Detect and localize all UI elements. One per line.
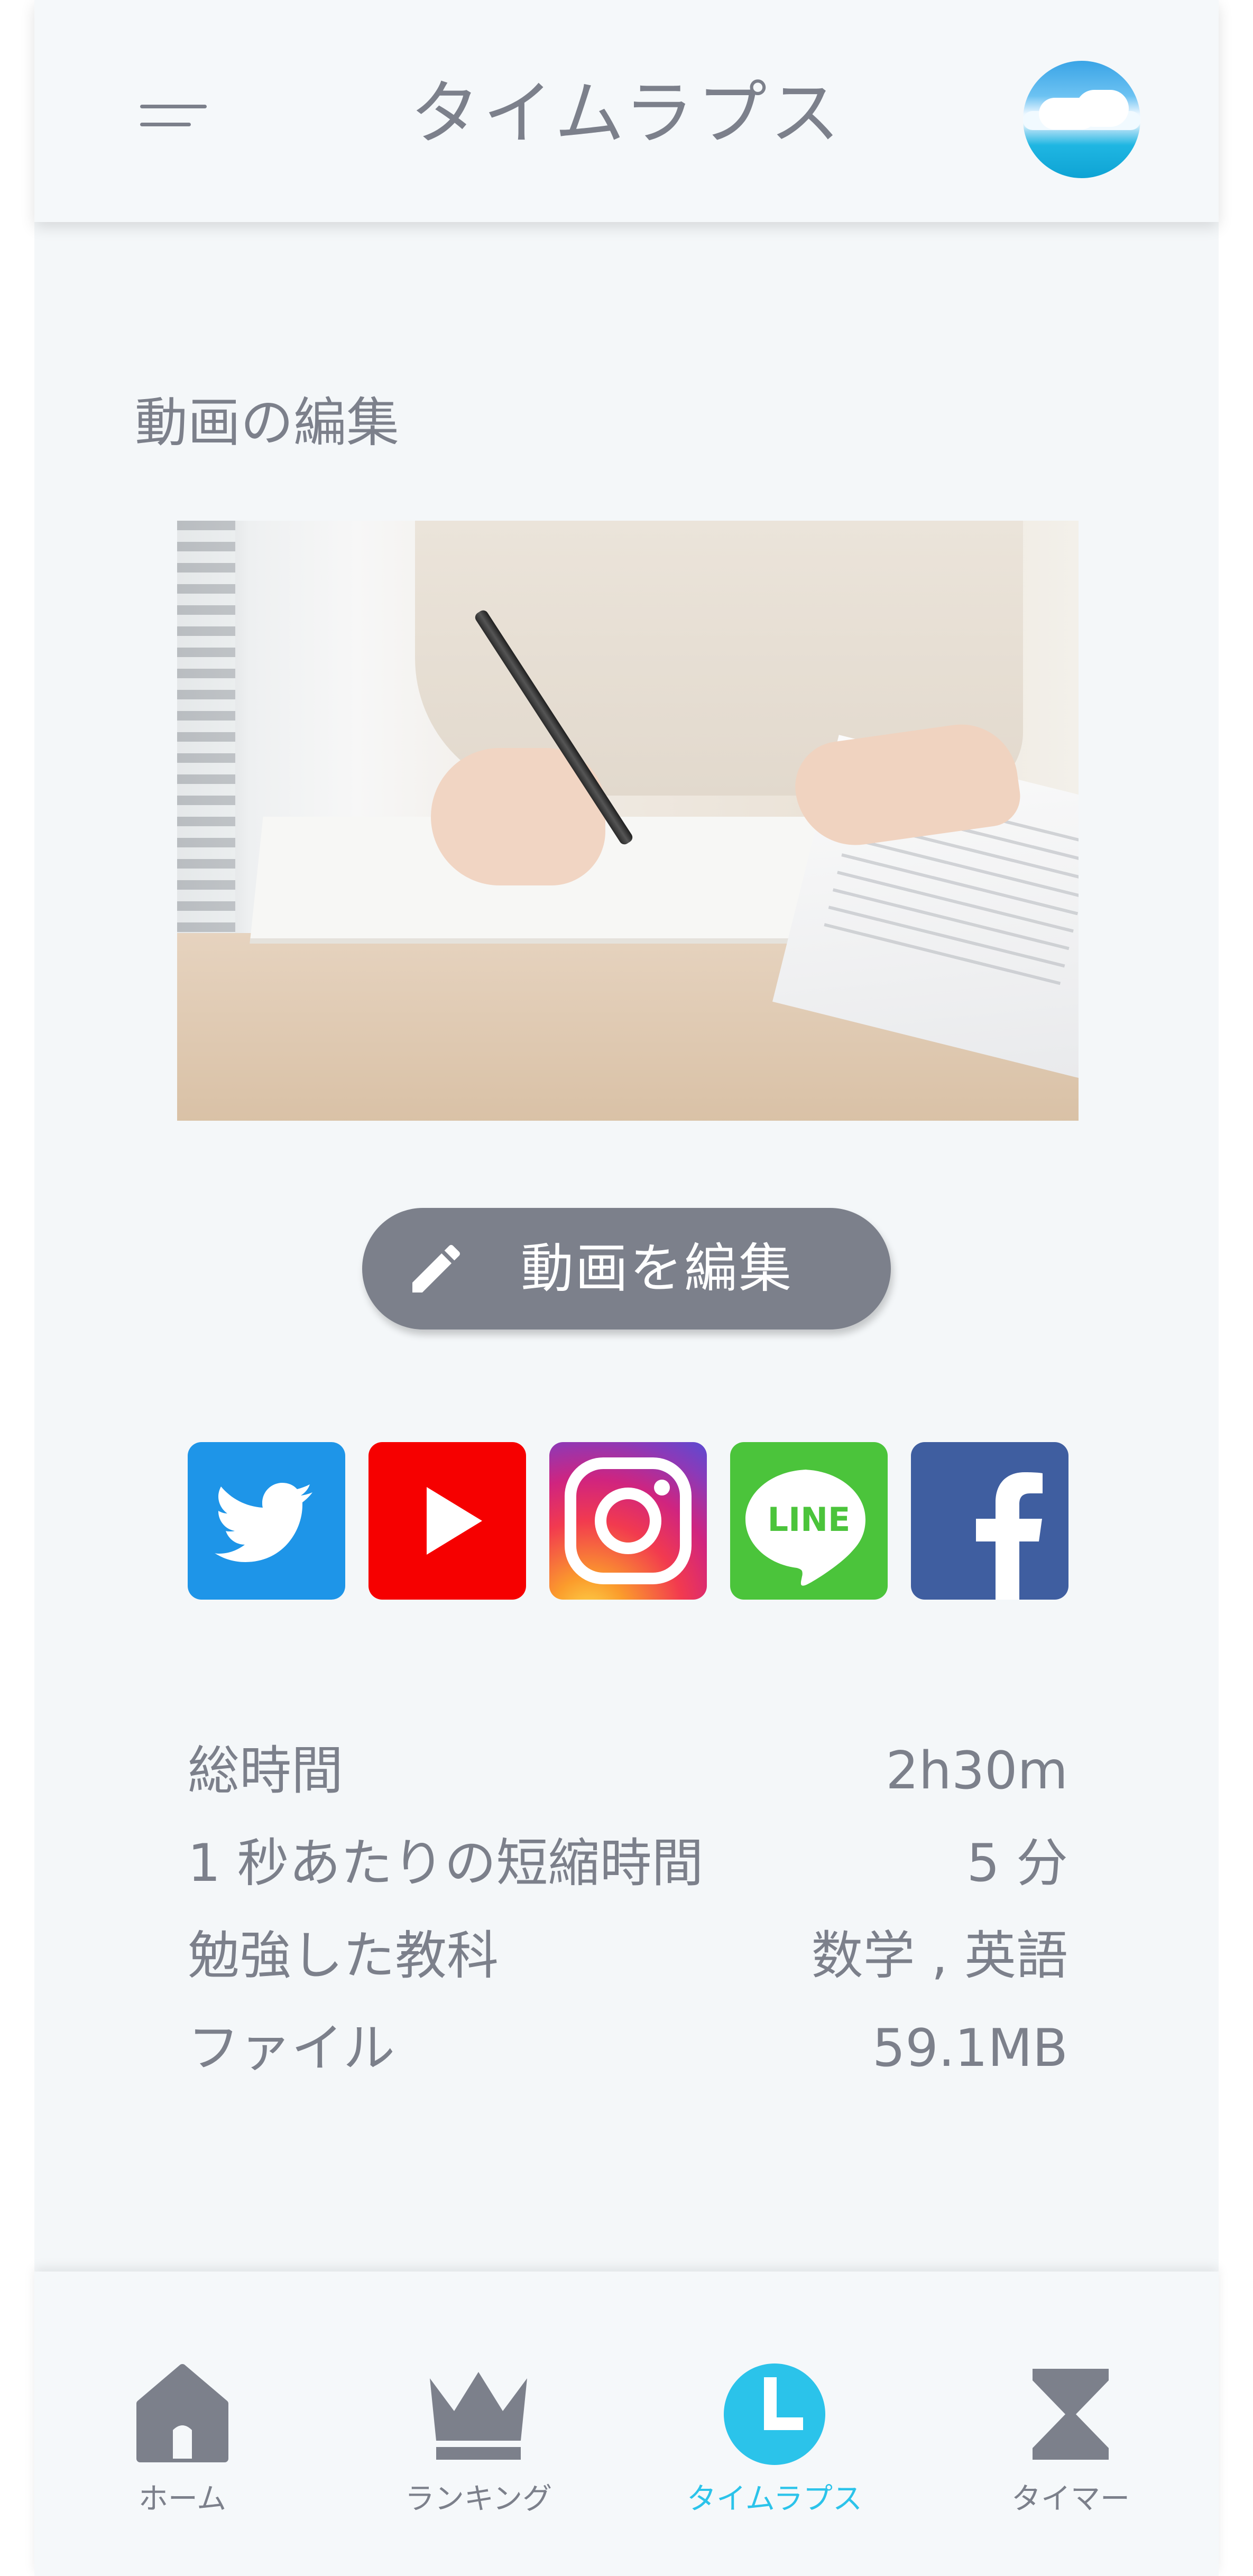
edit-video-button[interactable]: 動画を編集	[362, 1208, 891, 1329]
detail-value: 5 分	[966, 1833, 1068, 1894]
detail-value: 数学 , 英語	[811, 1926, 1068, 1986]
instagram-icon	[565, 1457, 692, 1584]
nav-label: ホーム	[138, 2482, 227, 2516]
svg-text:LINE: LINE	[768, 1500, 851, 1539]
instagram-share-button[interactable]	[549, 1442, 707, 1600]
facebook-icon	[976, 1472, 1043, 1600]
detail-label: ファイル	[188, 2018, 395, 2079]
clock-icon	[724, 2363, 825, 2465]
nav-label: タイムラプス	[686, 2482, 863, 2516]
home-icon	[136, 2364, 228, 2462]
facebook-share-button[interactable]	[911, 1442, 1068, 1600]
play-icon	[427, 1487, 482, 1555]
video-thumbnail[interactable]	[177, 521, 1079, 1121]
hourglass-icon	[1033, 2369, 1109, 2460]
app-screen: タイムラプス 動画の編集 動画を編集 LINE 総時間 2h30m 1 秒あたり…	[34, 0, 1219, 2576]
nav-label: ランキング	[404, 2482, 552, 2516]
section-title: 動画の編集	[135, 392, 399, 454]
bottom-navigation: ホーム ランキング タイムラプス タイマー	[34, 2272, 1219, 2576]
nav-item-timelapse[interactable]: タイムラプス	[626, 2272, 923, 2576]
pencil-icon	[412, 1244, 460, 1292]
menu-icon[interactable]	[140, 100, 209, 137]
edit-video-label: 動画を編集	[521, 1238, 793, 1299]
detail-label: 勉強した教科	[188, 1926, 499, 1986]
avatar[interactable]	[1023, 61, 1140, 178]
nav-item-home[interactable]: ホーム	[34, 2272, 330, 2576]
detail-row-file: ファイル 59.1MB	[188, 2011, 1068, 2085]
detail-value: 59.1MB	[872, 2018, 1068, 2079]
detail-row-subjects: 勉強した教科 数学 , 英語	[188, 1919, 1068, 1993]
detail-label: 総時間	[188, 1741, 344, 1801]
line-share-button[interactable]: LINE	[730, 1442, 888, 1600]
detail-row-total-time: 総時間 2h30m	[188, 1734, 1068, 1808]
page-title: タイムラプス	[410, 73, 843, 154]
nav-item-ranking[interactable]: ランキング	[330, 2272, 626, 2576]
crown-icon	[430, 2372, 527, 2460]
detail-value: 2h30m	[886, 1741, 1068, 1801]
twitter-icon	[215, 1483, 312, 1562]
header: タイムラプス	[34, 0, 1219, 222]
detail-row-compression: 1 秒あたりの短縮時間 5 分	[188, 1826, 1068, 1900]
detail-label: 1 秒あたりの短縮時間	[188, 1833, 704, 1894]
nav-label: タイマー	[1011, 2482, 1130, 2516]
twitter-share-button[interactable]	[188, 1442, 345, 1600]
nav-item-timer[interactable]: タイマー	[923, 2272, 1219, 2576]
youtube-share-button[interactable]	[368, 1442, 526, 1600]
line-icon: LINE	[745, 1470, 865, 1586]
